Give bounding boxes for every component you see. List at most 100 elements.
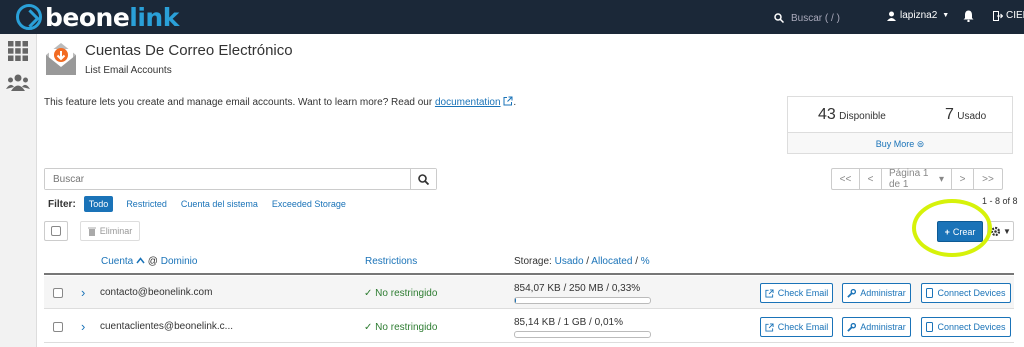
storage-separator-2: / <box>632 256 641 267</box>
filter-all[interactable]: Todo <box>83 196 114 212</box>
used-label: Usado <box>957 111 987 122</box>
prev-page-button[interactable]: < <box>860 169 882 189</box>
select-all-button[interactable] <box>44 221 68 241</box>
row-checkbox[interactable] <box>53 288 63 298</box>
users-icon[interactable] <box>6 74 30 91</box>
arrow-circle-icon: ⊜ <box>916 139 925 149</box>
used-count: 7 <box>945 106 954 123</box>
stats-row: 43 Disponible 7 Usado <box>788 97 1012 133</box>
connect-devices-button[interactable]: Connect Devices <box>921 283 1011 303</box>
gear-icon <box>990 226 1001 236</box>
restriction-status: ✓ No restringido <box>364 322 437 333</box>
caret-down-icon: ▼ <box>942 12 950 19</box>
storage-label: Storage: <box>514 256 555 267</box>
last-page-button[interactable]: >> <box>974 169 1002 189</box>
top-search[interactable]: Buscar ( / ) <box>774 10 870 26</box>
storage-usage: 854,07 KB / 250 MB / 0,33% <box>514 283 651 304</box>
delete-button[interactable]: Eliminar <box>80 221 140 241</box>
first-page-button[interactable]: << <box>832 169 860 189</box>
pagination: << < Página 1 de 1 ▾ > >> <box>831 168 1003 190</box>
check-email-button[interactable]: Check Email <box>760 317 833 337</box>
notifications-button[interactable] <box>963 10 974 25</box>
allocated-sort-link[interactable]: Allocated <box>591 256 632 267</box>
buy-more-link[interactable]: Buy More ⊜ <box>788 139 1012 150</box>
email-accounts-icon <box>46 43 76 75</box>
results-count: 1 - 8 of 8 <box>982 196 1018 206</box>
row-checkbox[interactable] <box>53 322 63 332</box>
brand-logo[interactable]: beone link <box>16 3 179 32</box>
table-row: › contacto@beonelink.com ✓ No restringid… <box>44 276 1014 309</box>
connect-devices-label: Connect Devices <box>937 322 1006 332</box>
account-email: contacto@beonelink.com <box>100 287 213 298</box>
mobile-icon <box>926 322 934 332</box>
storage-progress-bar <box>514 297 651 304</box>
expand-chevron-icon[interactable]: › <box>81 319 85 334</box>
mobile-icon <box>926 288 934 298</box>
user-menu[interactable]: lapizna2 ▼ <box>887 10 949 21</box>
intro-body: This feature lets you create and manage … <box>44 97 435 108</box>
check-email-label: Check Email <box>777 288 829 298</box>
connect-devices-button[interactable]: Connect Devices <box>921 317 1011 337</box>
search-icon <box>418 173 429 185</box>
user-icon <box>887 11 896 21</box>
account-sort-link[interactable]: Cuenta <box>101 256 133 267</box>
plus-icon: + <box>944 226 950 237</box>
manage-button[interactable]: Administrar <box>842 283 911 303</box>
storage-header: Storage: Usado / Allocated / % <box>514 256 650 267</box>
page-title: Cuentas De Correo Electrónico <box>85 42 293 59</box>
storage-text: 85,14 KB / 1 GB / 0,01% <box>514 317 623 328</box>
logo-mark-icon <box>16 4 42 30</box>
external-link-icon <box>765 288 774 298</box>
account-email: cuentaclientes@beonelink.c... <box>100 321 234 332</box>
apps-grid-icon[interactable] <box>8 41 28 61</box>
top-search-placeholder: Buscar ( / ) <box>791 12 840 24</box>
logout-label: CIER <box>1006 10 1024 21</box>
create-label: Crear <box>952 226 976 237</box>
search-box <box>44 168 437 190</box>
settings-menu-button[interactable]: ▼ <box>987 221 1014 241</box>
used-sort-link[interactable]: Usado <box>555 256 584 267</box>
trash-icon <box>87 227 96 236</box>
caret-down-icon: ▼ <box>1003 226 1011 236</box>
available-count: 43 <box>818 106 836 123</box>
restriction-status: ✓ No restringido <box>364 288 437 299</box>
storage-usage: 85,14 KB / 1 GB / 0,01% <box>514 317 651 338</box>
filter-exceeded-storage[interactable]: Exceeded Storage <box>272 199 346 209</box>
manage-button[interactable]: Administrar <box>842 317 911 337</box>
search-input[interactable] <box>45 169 410 189</box>
at-sign: @ <box>145 256 161 267</box>
domain-sort-link[interactable]: Dominio <box>161 256 198 267</box>
next-page-button[interactable]: > <box>952 169 974 189</box>
restriction-label: No restringido <box>375 322 438 333</box>
logout-button[interactable]: CIER <box>993 10 1024 21</box>
page-subtitle: List Email Accounts <box>85 65 172 76</box>
restrictions-header[interactable]: Restrictions <box>365 256 417 267</box>
available-label: Disponible <box>839 111 886 122</box>
account-domain-header[interactable]: Cuenta @ Dominio <box>101 256 197 267</box>
percent-sort-link[interactable]: % <box>641 256 650 267</box>
storage-progress-bar <box>514 331 651 338</box>
filter-restricted[interactable]: Restricted <box>126 199 167 209</box>
bell-icon <box>963 10 974 23</box>
intro-end: . <box>513 97 517 108</box>
external-link-icon[interactable] <box>503 96 513 106</box>
page-select-label: Página 1 de 1 <box>889 168 929 190</box>
check-icon: ✓ <box>364 288 373 299</box>
table-header: Cuenta @ Dominio Restrictions Storage: U… <box>44 251 1014 275</box>
buy-more-label: Buy More <box>875 139 915 149</box>
create-button[interactable]: + Crear <box>937 221 983 242</box>
storage-text: 854,07 KB / 250 MB / 0,33% <box>514 283 641 294</box>
expand-chevron-icon[interactable]: › <box>81 285 85 300</box>
sort-up-icon <box>136 257 145 264</box>
filter-system-account[interactable]: Cuenta del sistema <box>181 199 258 209</box>
search-icon <box>774 13 784 23</box>
search-button[interactable] <box>410 169 436 189</box>
wrench-icon <box>847 322 857 332</box>
select-all-checkbox[interactable] <box>51 226 61 236</box>
page-select[interactable]: Página 1 de 1 ▾ <box>882 168 952 190</box>
filter-bar: Filter: Todo Restricted Cuenta del siste… <box>48 196 360 212</box>
check-email-button[interactable]: Check Email <box>760 283 833 303</box>
filter-label: Filter: <box>48 198 76 210</box>
documentation-link[interactable]: documentation <box>435 97 501 108</box>
top-bar: beonelink Buscar ( / ) lapizna2 ▼ CIER <box>0 0 1024 34</box>
